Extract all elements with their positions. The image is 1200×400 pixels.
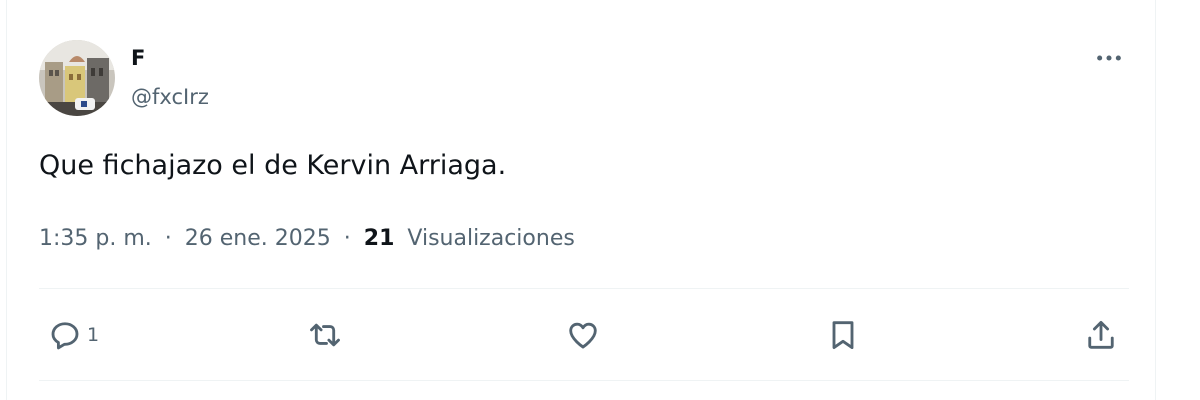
meta-separator: · [343,226,351,251]
bookmark-button[interactable] [825,313,861,357]
tweet-date[interactable]: 26 ene. 2025 [185,226,331,251]
avatar[interactable] [39,40,115,116]
avatar-image [39,40,115,116]
share-icon [1088,320,1114,349]
meta-separator: · [164,226,172,251]
views-count: 21 [363,226,395,251]
tweet-time[interactable]: 1:35 p. m. [39,226,152,251]
divider [39,288,1129,289]
tweet-text: Que fichajazo el de Kervin Arriaga. [39,150,507,181]
more-dots-icon [1097,55,1121,61]
divider [39,380,1129,381]
tweet-meta: 1:35 p. m. · 26 ene. 2025 · 21 Visualiza… [39,223,575,255]
author-name[interactable]: F [131,44,145,72]
reply-button[interactable]: 1 [47,313,99,357]
more-options-button[interactable] [1089,38,1129,78]
share-button[interactable] [1083,313,1119,357]
retweet-icon [310,323,340,347]
views-label: Visualizaciones [407,226,575,251]
reply-icon [51,322,79,350]
like-icon [569,322,597,349]
tweet-card: F @fxcIrz Que fichajazo el de Kervin Arr… [6,0,1156,400]
bookmark-icon [832,321,854,350]
like-button[interactable] [565,313,601,357]
author-handle[interactable]: @fxcIrz [131,83,209,111]
reply-count: 1 [87,324,100,346]
retweet-button[interactable] [307,313,343,357]
